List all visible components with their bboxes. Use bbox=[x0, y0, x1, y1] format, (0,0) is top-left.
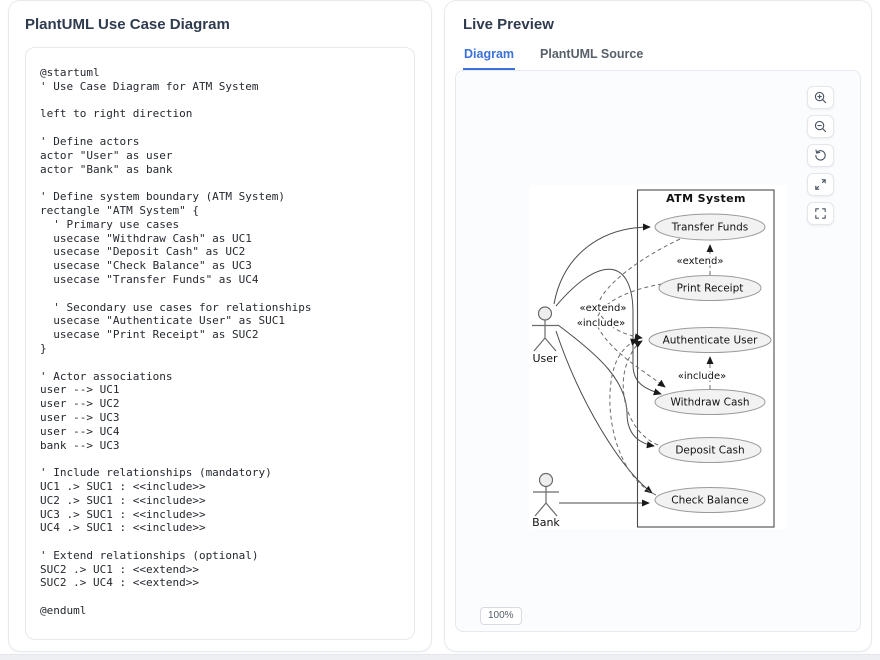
svg-text:Print Receipt: Print Receipt bbox=[677, 283, 744, 295]
workspace: PlantUML Use Case Diagram @startuml ' Us… bbox=[0, 0, 880, 652]
svg-text:Transfer Funds: Transfer Funds bbox=[671, 222, 748, 234]
tab-plantuml-source[interactable]: PlantUML Source bbox=[539, 47, 644, 70]
diagram-preview-area[interactable]: ATM System bbox=[455, 70, 861, 632]
zoom-in-icon bbox=[813, 90, 828, 105]
fullscreen-icon bbox=[813, 206, 828, 221]
reset-icon bbox=[813, 148, 828, 163]
svg-text:Withdraw Cash: Withdraw Cash bbox=[670, 397, 749, 409]
expand-arrows-icon bbox=[813, 177, 828, 192]
zoom-out-icon bbox=[813, 119, 828, 134]
editor-panel-title: PlantUML Use Case Diagram bbox=[25, 15, 415, 35]
system-boundary-title: ATM System bbox=[666, 192, 746, 205]
zoom-level-badge: 100% bbox=[480, 607, 522, 625]
preview-toolbar bbox=[807, 86, 834, 225]
actor-bank-label: Bank bbox=[532, 516, 560, 529]
plantuml-source-code[interactable]: @startuml ' Use Case Diagram for ATM Sys… bbox=[40, 66, 400, 618]
include-label-left: «include» bbox=[577, 318, 625, 329]
tab-diagram[interactable]: Diagram bbox=[463, 47, 515, 70]
extend-label-left: «extend» bbox=[580, 303, 627, 314]
svg-text:Deposit Cash: Deposit Cash bbox=[675, 445, 744, 457]
plantuml-code-editor[interactable]: @startuml ' Use Case Diagram for ATM Sys… bbox=[25, 47, 415, 640]
uml-diagram-image: ATM System bbox=[529, 185, 787, 529]
editor-panel: PlantUML Use Case Diagram @startuml ' Us… bbox=[8, 0, 432, 652]
bottom-divider bbox=[0, 654, 880, 660]
extend-label-top: «extend» bbox=[677, 256, 724, 267]
expand-button[interactable] bbox=[807, 173, 834, 196]
svg-text:Check Balance: Check Balance bbox=[671, 495, 749, 507]
actor-user-label: User bbox=[532, 352, 558, 365]
preview-panel: Live Preview Diagram PlantUML Source bbox=[444, 0, 872, 652]
reset-view-button[interactable] bbox=[807, 144, 834, 167]
actor-user bbox=[532, 307, 558, 351]
fullscreen-button[interactable] bbox=[807, 202, 834, 225]
svg-text:Authenticate User: Authenticate User bbox=[663, 335, 758, 347]
include-label-mid: «include» bbox=[678, 371, 726, 382]
actor-bank bbox=[533, 474, 559, 517]
preview-panel-title: Live Preview bbox=[463, 15, 861, 35]
preview-tabs: Diagram PlantUML Source bbox=[463, 47, 861, 70]
system-boundary-rect bbox=[638, 190, 775, 527]
zoom-in-button[interactable] bbox=[807, 86, 834, 109]
use-case-diagram-svg: ATM System bbox=[529, 185, 787, 529]
zoom-out-button[interactable] bbox=[807, 115, 834, 138]
